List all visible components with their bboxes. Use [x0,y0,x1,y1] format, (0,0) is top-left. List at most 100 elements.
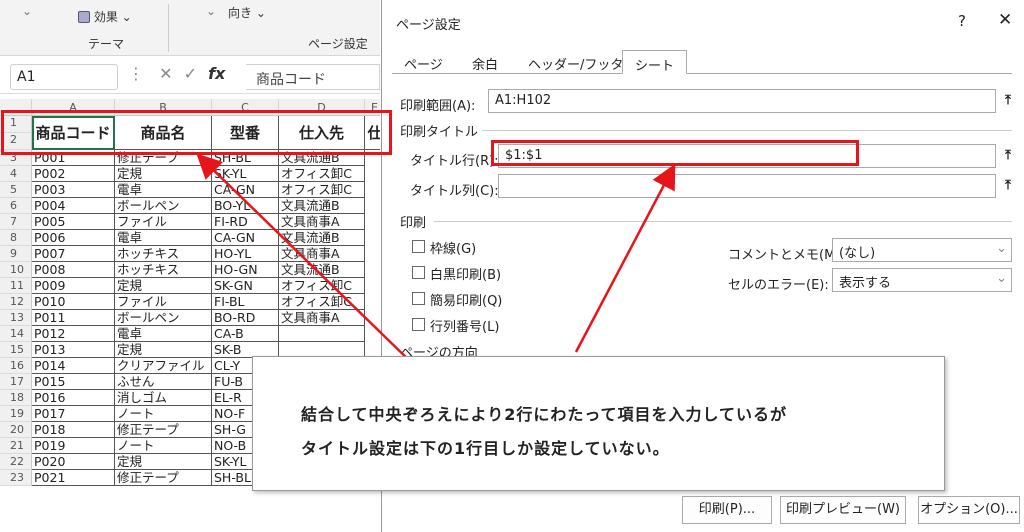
ribbon-chevron-icon[interactable]: ⌄ [22,4,32,18]
row-header[interactable]: 12 [0,294,32,310]
ribbon-chevron-icon[interactable]: ⌄ [206,4,216,18]
table-cell[interactable]: P015 [32,374,115,390]
table-cell[interactable] [279,326,365,342]
row-header[interactable]: 1 [0,116,32,133]
row-header[interactable]: 18 [0,390,32,406]
tab-sheet[interactable]: シート [622,50,688,74]
table-cell[interactable]: 文具商事A [279,310,365,326]
table-cell[interactable]: P008 [32,262,115,278]
row-header[interactable]: 13 [0,310,32,326]
table-cell[interactable]: P018 [32,422,115,438]
row-header[interactable]: 20 [0,422,32,438]
collapse-icon[interactable]: ⤒ [996,144,1020,168]
row-header[interactable]: 19 [0,406,32,422]
select-all-corner[interactable] [0,99,32,116]
table-cell[interactable]: CA-GN [212,230,279,246]
black-white-checkbox[interactable] [412,266,425,279]
table-cell[interactable]: HO-YL [212,246,279,262]
row-header[interactable]: 16 [0,358,32,374]
table-cell[interactable]: P001 [32,150,115,166]
table-cell[interactable]: 修正テープ [115,422,212,438]
table-cell[interactable]: 定規 [115,342,212,358]
table-cell[interactable]: ファイル [115,294,212,310]
print-button[interactable]: 印刷(P)... [682,496,772,524]
table-cell[interactable]: P020 [32,454,115,470]
table-cell[interactable]: 文具商事A [279,246,365,262]
table-cell[interactable]: 文具流通B [279,230,365,246]
table-cell[interactable]: 定規 [115,278,212,294]
table-cell[interactable]: オフィス卸C [279,278,365,294]
orientation-button[interactable]: 向き ⌄ [228,4,266,21]
table-cell[interactable]: ホッチキス [115,246,212,262]
table-cell[interactable]: オフィス卸C [279,294,365,310]
effects-button[interactable]: 効果 ⌄ [78,8,132,25]
table-cell[interactable]: P013 [32,342,115,358]
table-cell[interactable]: FI-BL [212,294,279,310]
table-cell[interactable]: P010 [32,294,115,310]
header-cell-supplier[interactable]: 仕入先 [279,116,365,150]
tab-margins[interactable]: 余白 [460,50,510,74]
gridlines-checkbox[interactable] [412,240,425,253]
table-cell[interactable]: SK-GN [212,278,279,294]
table-cell[interactable]: P009 [32,278,115,294]
title-cols-input[interactable] [498,174,996,198]
row-header[interactable]: 3 [0,150,32,166]
print-preview-button[interactable]: 印刷プレビュー(W) [780,496,906,524]
header-cell-code[interactable]: 商品コード [32,116,115,150]
table-cell[interactable]: 文具商事A [279,214,365,230]
table-cell[interactable]: 定規 [115,454,212,470]
table-cell[interactable]: HO-GN [212,262,279,278]
table-cell[interactable]: 修正テープ [115,150,212,166]
row-header[interactable]: 14 [0,326,32,342]
table-cell[interactable]: 消しゴム [115,390,212,406]
table-cell[interactable]: 文具流通B [279,198,365,214]
table-cell[interactable]: P002 [32,166,115,182]
comments-select[interactable]: (なし) ⌄ [832,238,1012,262]
table-cell[interactable]: ファイル [115,214,212,230]
table-cell[interactable]: ふせん [115,374,212,390]
table-cell[interactable]: 定規 [115,166,212,182]
print-area-input[interactable]: A1:H102 [488,89,996,113]
title-rows-input[interactable]: $1:$1 [498,144,996,168]
cell-errors-select[interactable]: 表示する ⌄ [832,268,1012,292]
table-cell[interactable]: P004 [32,198,115,214]
table-cell[interactable]: P007 [32,246,115,262]
draft-quality-checkbox[interactable] [412,292,425,305]
table-cell[interactable]: P019 [32,438,115,454]
cancel-icon[interactable]: ✕ [159,64,172,83]
column-header[interactable]: E [365,99,380,116]
table-cell[interactable]: ノート [115,406,212,422]
header-cell-partial[interactable]: 仕 [365,116,380,150]
row-header[interactable]: 23 [0,470,32,486]
table-cell[interactable]: CA-B [212,326,279,342]
name-box[interactable]: A1 [10,64,118,90]
row-col-headings-checkbox[interactable] [412,318,425,331]
close-icon[interactable]: ✕ [998,10,1012,30]
row-header[interactable]: 6 [0,198,32,214]
row-header[interactable]: 11 [0,278,32,294]
table-cell[interactable]: SH-BL [212,150,279,166]
row-header[interactable]: 2 [0,133,32,150]
table-cell[interactable]: BO-RD [212,310,279,326]
row-header[interactable]: 4 [0,166,32,182]
table-cell[interactable]: オフィス卸C [279,182,365,198]
table-cell[interactable]: 修正テープ [115,470,212,486]
table-cell[interactable]: P006 [32,230,115,246]
row-header[interactable]: 10 [0,262,32,278]
row-header[interactable]: 9 [0,246,32,262]
table-cell[interactable]: 文具流通B [279,150,365,166]
table-cell[interactable]: FI-RD [212,214,279,230]
table-cell[interactable]: P012 [32,326,115,342]
column-header[interactable]: C [212,99,279,116]
table-cell[interactable]: P005 [32,214,115,230]
row-header[interactable]: 17 [0,374,32,390]
table-cell[interactable]: 電卓 [115,230,212,246]
table-cell[interactable]: P014 [32,358,115,374]
help-icon[interactable]: ? [958,12,966,30]
table-cell[interactable]: ボールペン [115,310,212,326]
column-header[interactable]: D [279,99,365,116]
table-cell[interactable]: P016 [32,390,115,406]
table-cell[interactable]: P021 [32,470,115,486]
column-header[interactable]: A [32,99,115,116]
row-header[interactable]: 21 [0,438,32,454]
